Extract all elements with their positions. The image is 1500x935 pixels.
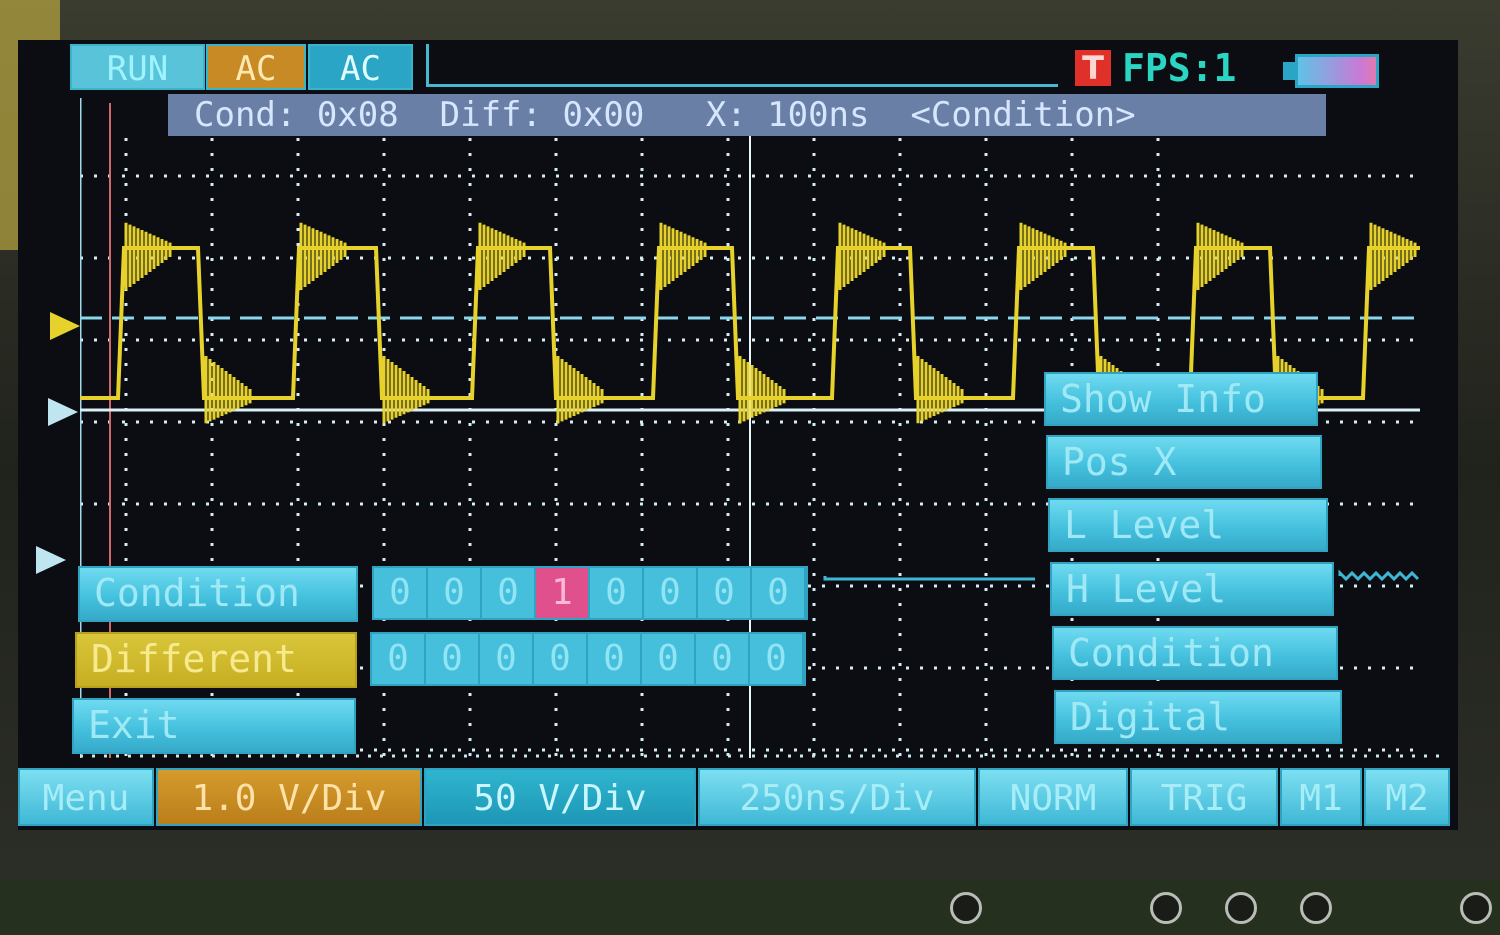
ch2-scale-button[interactable]: 50 V/Div [424,768,696,826]
exit-menu-button[interactable]: Exit [72,698,356,754]
pcb-component [1150,892,1182,924]
digital-mode-button[interactable]: Digital [1054,690,1342,744]
condition-mode-button[interactable]: Condition [1052,626,1338,680]
run-stop-button[interactable]: RUN [70,44,205,90]
bit-cell[interactable]: 0 [426,634,480,684]
menu-button[interactable]: Menu [18,768,154,826]
bit-cell[interactable]: 0 [374,568,428,618]
trig-button[interactable]: TRIG [1130,768,1278,826]
bit-cell[interactable]: 0 [696,634,750,684]
condition-bits-field[interactable]: 00010000 [372,566,808,620]
ch1-coupling-button[interactable]: AC [206,44,306,90]
ch1-marker-icon[interactable] [50,312,80,340]
bottom-control-bar: Menu 1.0 V/Div 50 V/Div 250ns/Div NORM T… [18,768,1450,828]
trigger-status-badge: T [1075,50,1111,86]
h-level-button[interactable]: H Level [1050,562,1334,616]
bit-cell[interactable]: 0 [534,634,588,684]
bit-cell[interactable]: 0 [588,634,642,684]
top-line [428,84,1058,87]
bit-cell[interactable]: 0 [482,568,536,618]
battery-icon [1295,54,1379,88]
pcb-component [950,892,982,924]
ch1-scale-button[interactable]: 1.0 V/Div [156,768,422,826]
bit-cell[interactable]: 0 [752,568,806,618]
condition-menu-button[interactable]: Condition [78,566,358,622]
pcb-component [1300,892,1332,924]
condition-info-bar: Cond: 0x08 Diff: 0x00 X: 100ns <Conditio… [168,94,1326,136]
m1-button[interactable]: M1 [1280,768,1362,826]
pcb-component [1225,892,1257,924]
different-menu-button[interactable]: Different [75,632,357,688]
bit-cell[interactable]: 0 [372,634,426,684]
m2-button[interactable]: M2 [1364,768,1450,826]
top-status-bar: RUN AC AC T FPS:1 [70,44,1390,94]
bit-cell[interactable]: 1 [536,568,590,618]
ch2-marker-icon[interactable] [36,546,66,574]
show-info-button[interactable]: Show Info [1044,372,1318,426]
pcb-component [1460,892,1492,924]
bit-cell[interactable]: 0 [480,634,534,684]
different-bits-field[interactable]: 00000000 [370,632,806,686]
bit-cell[interactable]: 0 [642,634,696,684]
fps-readout: FPS:1 [1122,46,1237,90]
battery-tip [1283,62,1295,80]
bit-cell[interactable]: 0 [698,568,752,618]
ch2-coupling-button[interactable]: AC [308,44,413,90]
bit-cell[interactable]: 0 [750,634,804,684]
pcb-board [0,880,1500,935]
bit-cell[interactable]: 0 [644,568,698,618]
bit-cell[interactable]: 0 [590,568,644,618]
ch1-ground-marker-icon[interactable] [48,398,78,426]
bit-cell[interactable]: 0 [428,568,482,618]
pos-x-button[interactable]: Pos X [1046,435,1322,489]
l-level-button[interactable]: L Level [1048,498,1328,552]
timebase-button[interactable]: 250ns/Div [698,768,976,826]
top-divider [426,44,429,87]
trigger-mode-button[interactable]: NORM [978,768,1128,826]
